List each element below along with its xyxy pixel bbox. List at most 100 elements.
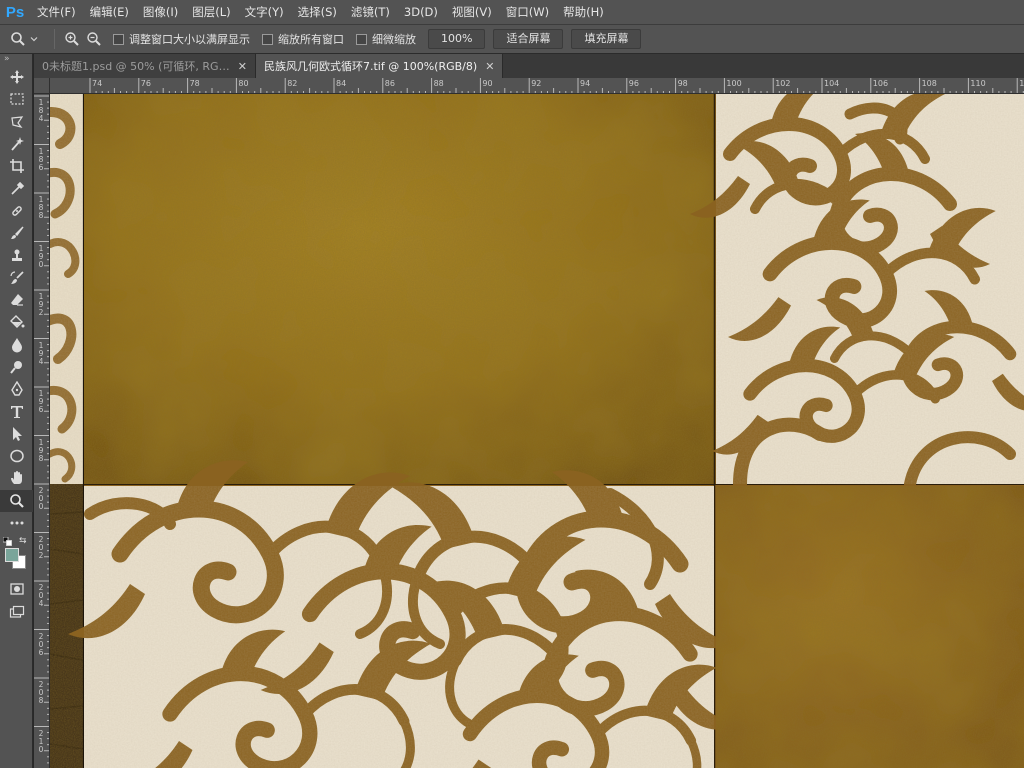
menu-filter[interactable]: 滤镜(T): [344, 0, 397, 24]
crop-icon: [9, 159, 24, 174]
checkbox-box[interactable]: [113, 33, 124, 45]
eraser-tool[interactable]: [0, 289, 33, 311]
type-icon: [10, 405, 23, 418]
quick-mask-button[interactable]: [0, 578, 33, 600]
tab-document-1[interactable]: 0未标题1.psd @ 50% (可循环, RGB/8#) * ✕: [34, 54, 256, 78]
menu-view[interactable]: 视图(V): [445, 0, 499, 24]
dodge-tool[interactable]: [0, 356, 33, 378]
menu-3d[interactable]: 3D(D): [397, 0, 445, 24]
checkbox-box[interactable]: [356, 33, 367, 45]
ruler-label: 78: [189, 79, 200, 88]
ruler-label: 110: [970, 79, 986, 88]
ps-logo: Ps: [5, 3, 25, 21]
tool-preset-picker[interactable]: [0, 25, 48, 53]
zoom-tool[interactable]: [0, 489, 33, 512]
zoom-in-icon: [65, 32, 79, 46]
close-icon[interactable]: ✕: [485, 60, 494, 73]
zoom-all-windows-checkbox[interactable]: 缩放所有窗口: [262, 31, 344, 47]
path-selection-tool[interactable]: [0, 423, 33, 445]
magic-wand-tool[interactable]: [0, 133, 33, 155]
zoom-icon: [9, 493, 24, 508]
ruler-label: 106: [872, 79, 889, 88]
menu-file[interactable]: 文件(F): [30, 0, 83, 24]
menu-window[interactable]: 窗口(W): [499, 0, 556, 24]
ruler-label: 82: [287, 79, 298, 88]
horizontal-ruler[interactable]: 74 76 78 80 82 84 86 88 90 92 94 96 98 100 102 104 106 10…: [50, 78, 1024, 94]
crop-tool[interactable]: [0, 155, 33, 177]
panel-collapse-icon[interactable]: »: [0, 54, 32, 66]
ruler-label: 194: [38, 340, 44, 366]
quick-mask-icon: [9, 583, 24, 596]
menu-select[interactable]: 选择(S): [291, 0, 344, 24]
chevron-down-icon: [30, 37, 38, 42]
healing-brush-tool[interactable]: [0, 200, 33, 222]
ruler-label: 108: [921, 79, 937, 88]
more-tools-icon: [10, 521, 23, 525]
blur-icon: [11, 337, 22, 353]
scrubby-zoom-checkbox[interactable]: 细微缩放: [356, 31, 416, 47]
menu-type[interactable]: 文字(Y): [238, 0, 291, 24]
tools-panel: » ⇆: [0, 54, 33, 768]
checkbox-label: 调整窗口大小以满屏显示: [129, 33, 250, 46]
checkbox-box[interactable]: [262, 33, 273, 45]
ruler-label: 190: [38, 243, 44, 269]
document-canvas[interactable]: [50, 94, 1024, 768]
eraser-icon: [10, 294, 23, 306]
lasso-tool[interactable]: [0, 111, 33, 133]
checkbox-label: 细微缩放: [372, 33, 416, 46]
more-tools-button[interactable]: [0, 512, 33, 534]
ruler-label: 86: [384, 79, 395, 88]
pen-tool[interactable]: [0, 378, 33, 400]
pen-icon: [10, 381, 23, 396]
blur-tool[interactable]: [0, 334, 33, 356]
ruler-label: 76: [140, 79, 151, 88]
screen-mode-button[interactable]: [0, 601, 33, 623]
zoom-out-icon: [87, 32, 101, 46]
ruler-label: 210: [38, 728, 44, 754]
menu-help[interactable]: 帮助(H): [556, 0, 611, 24]
ruler-label: 102: [775, 79, 791, 88]
ruler-label: 74: [92, 79, 103, 88]
menu-edit[interactable]: 编辑(E): [83, 0, 136, 24]
type-tool[interactable]: [0, 400, 33, 422]
ruler-label: 202: [38, 534, 44, 560]
ruler-label: 206: [38, 631, 44, 657]
eyedropper-tool[interactable]: [0, 177, 33, 199]
ellipse-tool[interactable]: [0, 445, 33, 467]
hand-tool[interactable]: [0, 467, 33, 489]
history-brush-icon: [9, 271, 24, 284]
move-icon: [9, 70, 24, 85]
ruler-label: 198: [38, 437, 44, 463]
ruler-label: 98: [677, 79, 688, 88]
vertical-ruler[interactable]: 184 186 188 190 192 194 196 198 200 202 204 206 208 2…: [34, 94, 50, 768]
ruler-label: 204: [38, 583, 44, 608]
history-brush-tool[interactable]: [0, 267, 33, 289]
ruler-label: 104: [824, 79, 840, 88]
swap-colors-icon[interactable]: ⇆: [19, 536, 27, 546]
document-tabs: 0未标题1.psd @ 50% (可循环, RGB/8#) * ✕ 民族风几何欧…: [34, 54, 1024, 78]
menu-layer[interactable]: 图层(L): [185, 0, 237, 24]
zoom-out-button[interactable]: [83, 28, 105, 50]
brush-tool[interactable]: [0, 222, 33, 244]
ruler-label: 186: [38, 146, 44, 172]
resize-windows-checkbox[interactable]: 调整窗口大小以满屏显示: [113, 31, 250, 47]
marquee-tool[interactable]: [0, 88, 33, 110]
zoom-in-button[interactable]: [61, 28, 83, 50]
ruler-origin[interactable]: [34, 78, 50, 94]
tab-document-2[interactable]: 民族风几何欧式循环7.tif @ 100%(RGB/8) ✕: [256, 54, 504, 78]
default-colors-icon[interactable]: [3, 537, 12, 547]
ruler-label: 90: [482, 79, 493, 88]
fill-screen-button[interactable]: 填充屏幕: [571, 29, 642, 49]
marquee-icon: [9, 93, 24, 106]
close-icon[interactable]: ✕: [238, 60, 247, 73]
fit-screen-button[interactable]: 适合屏幕: [493, 29, 564, 49]
move-tool[interactable]: [0, 66, 33, 88]
menu-image[interactable]: 图像(I): [136, 0, 185, 24]
magic-wand-icon: [10, 137, 24, 151]
clone-stamp-tool[interactable]: [0, 244, 33, 266]
ruler-label: 112: [1019, 79, 1024, 88]
ruler-label: 184: [38, 98, 44, 123]
foreground-color-swatch[interactable]: [5, 548, 19, 563]
paint-bucket-tool[interactable]: [0, 311, 33, 333]
zoom-100-button[interactable]: 100%: [428, 29, 486, 49]
